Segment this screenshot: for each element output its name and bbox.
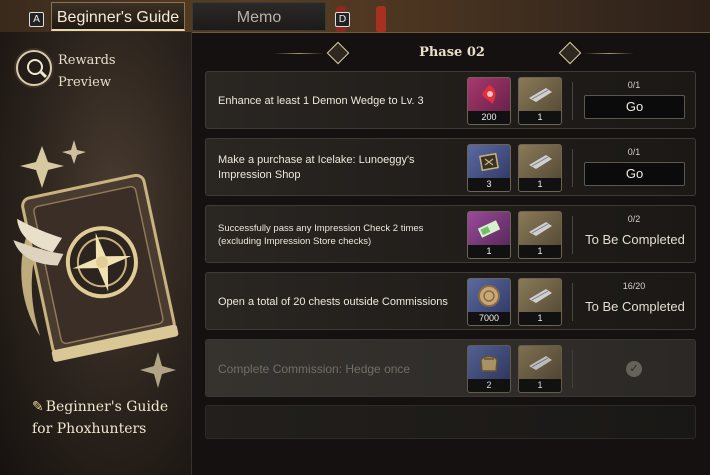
row-divider [572, 82, 573, 120]
preview-label: Preview [58, 75, 111, 90]
divider-ornament [274, 53, 324, 54]
prev-tab-key-hint: A [29, 12, 44, 27]
task-row-placeholder [205, 405, 696, 439]
reward-quantity: 1 [519, 178, 561, 191]
quill-token-icon [519, 279, 561, 313]
task-text: Make a purchase at Icelake: Lunoeggy's I… [218, 154, 415, 181]
task-row: Successfully pass any Impression Check 2… [205, 205, 696, 263]
go-button[interactable]: Go [584, 95, 685, 119]
bottle-decoration [376, 6, 386, 32]
crate-icon [468, 145, 510, 179]
reward-item[interactable]: 200 [467, 77, 511, 125]
ticket-icon [468, 212, 510, 246]
reward-item[interactable]: 1 [518, 278, 562, 326]
task-text: Enhance at least 1 Demon Wedge to Lv. 3 [218, 94, 424, 107]
task-status: To Be Completed [585, 299, 685, 314]
task-row: Make a purchase at Icelake: Lunoeggy's I… [205, 138, 696, 196]
guide-panel: Rewards Preview ✎ Beginner's Guide for Ph… [0, 32, 192, 475]
reward-quantity: 2 [468, 379, 510, 392]
demon-wedge-icon [468, 78, 510, 112]
row-divider [572, 216, 573, 254]
task-progress: 0/2 [627, 214, 641, 224]
phase-header: Phase 02 [200, 38, 704, 68]
row-divider [572, 350, 573, 388]
task-progress: 0/1 [627, 80, 641, 90]
quill-token-icon [519, 78, 561, 112]
next-tab-key-hint: D [335, 12, 350, 27]
task-progress: 16/20 [622, 281, 646, 291]
task-text: Open a total of 20 chests outside Commis… [218, 295, 448, 308]
guide-title-line2: for Phoxhunters [32, 421, 147, 437]
task-row: Enhance at least 1 Demon Wedge to Lv. 3 … [205, 71, 696, 129]
go-button[interactable]: Go [584, 162, 685, 186]
reward-item[interactable]: 1 [518, 211, 562, 259]
tab-beginners-guide[interactable]: Beginner's Guide [51, 2, 185, 31]
quill-token-icon [519, 212, 561, 246]
checkmark-icon: ✓ [626, 361, 642, 377]
quill-token-icon [519, 145, 561, 179]
reward-item[interactable]: 3 [467, 144, 511, 192]
reward-quantity: 1 [519, 379, 561, 392]
note-edit-icon: ✎ [32, 399, 44, 415]
reward-item[interactable]: 1 [467, 211, 511, 259]
pouch-icon [468, 346, 510, 380]
tab-memo[interactable]: Memo [192, 2, 326, 31]
row-divider [572, 149, 573, 187]
row-divider [572, 283, 573, 321]
divider-ornament [584, 53, 634, 54]
reward-item[interactable]: 1 [518, 77, 562, 125]
rewards-preview-button[interactable]: Rewards Preview [16, 50, 116, 94]
reward-quantity: 1 [519, 245, 561, 258]
reward-quantity: 3 [468, 178, 510, 191]
task-row-completed: Complete Commission: Hedge once 2 1 ✓ [205, 339, 696, 397]
magnifier-icon [16, 50, 52, 86]
reward-item[interactable]: 2 [467, 345, 511, 393]
task-text: Complete Commission: Hedge once [218, 361, 411, 376]
task-row: Open a total of 20 chests outside Commis… [205, 272, 696, 330]
rewards-label: Rewards [58, 53, 116, 68]
task-progress: 0/1 [627, 147, 641, 157]
reward-item[interactable]: 7000 [467, 278, 511, 326]
reward-quantity: 1 [519, 111, 561, 124]
reward-quantity: 200 [468, 111, 510, 124]
guide-title-line1: Beginner's Guide [45, 399, 169, 415]
quill-token-icon [519, 346, 561, 380]
guidebook-title: ✎ Beginner's Guide for Phoxhunters [32, 396, 168, 440]
reward-item[interactable]: 1 [518, 345, 562, 393]
task-status: To Be Completed [585, 232, 685, 247]
task-text: Successfully pass any Impression Check 2… [218, 223, 424, 247]
reward-quantity: 7000 [468, 312, 510, 325]
reward-quantity: 1 [468, 245, 510, 258]
guidebook-illustration [13, 140, 179, 388]
coin-icon [468, 279, 510, 313]
reward-quantity: 1 [519, 312, 561, 325]
reward-item[interactable]: 1 [518, 144, 562, 192]
